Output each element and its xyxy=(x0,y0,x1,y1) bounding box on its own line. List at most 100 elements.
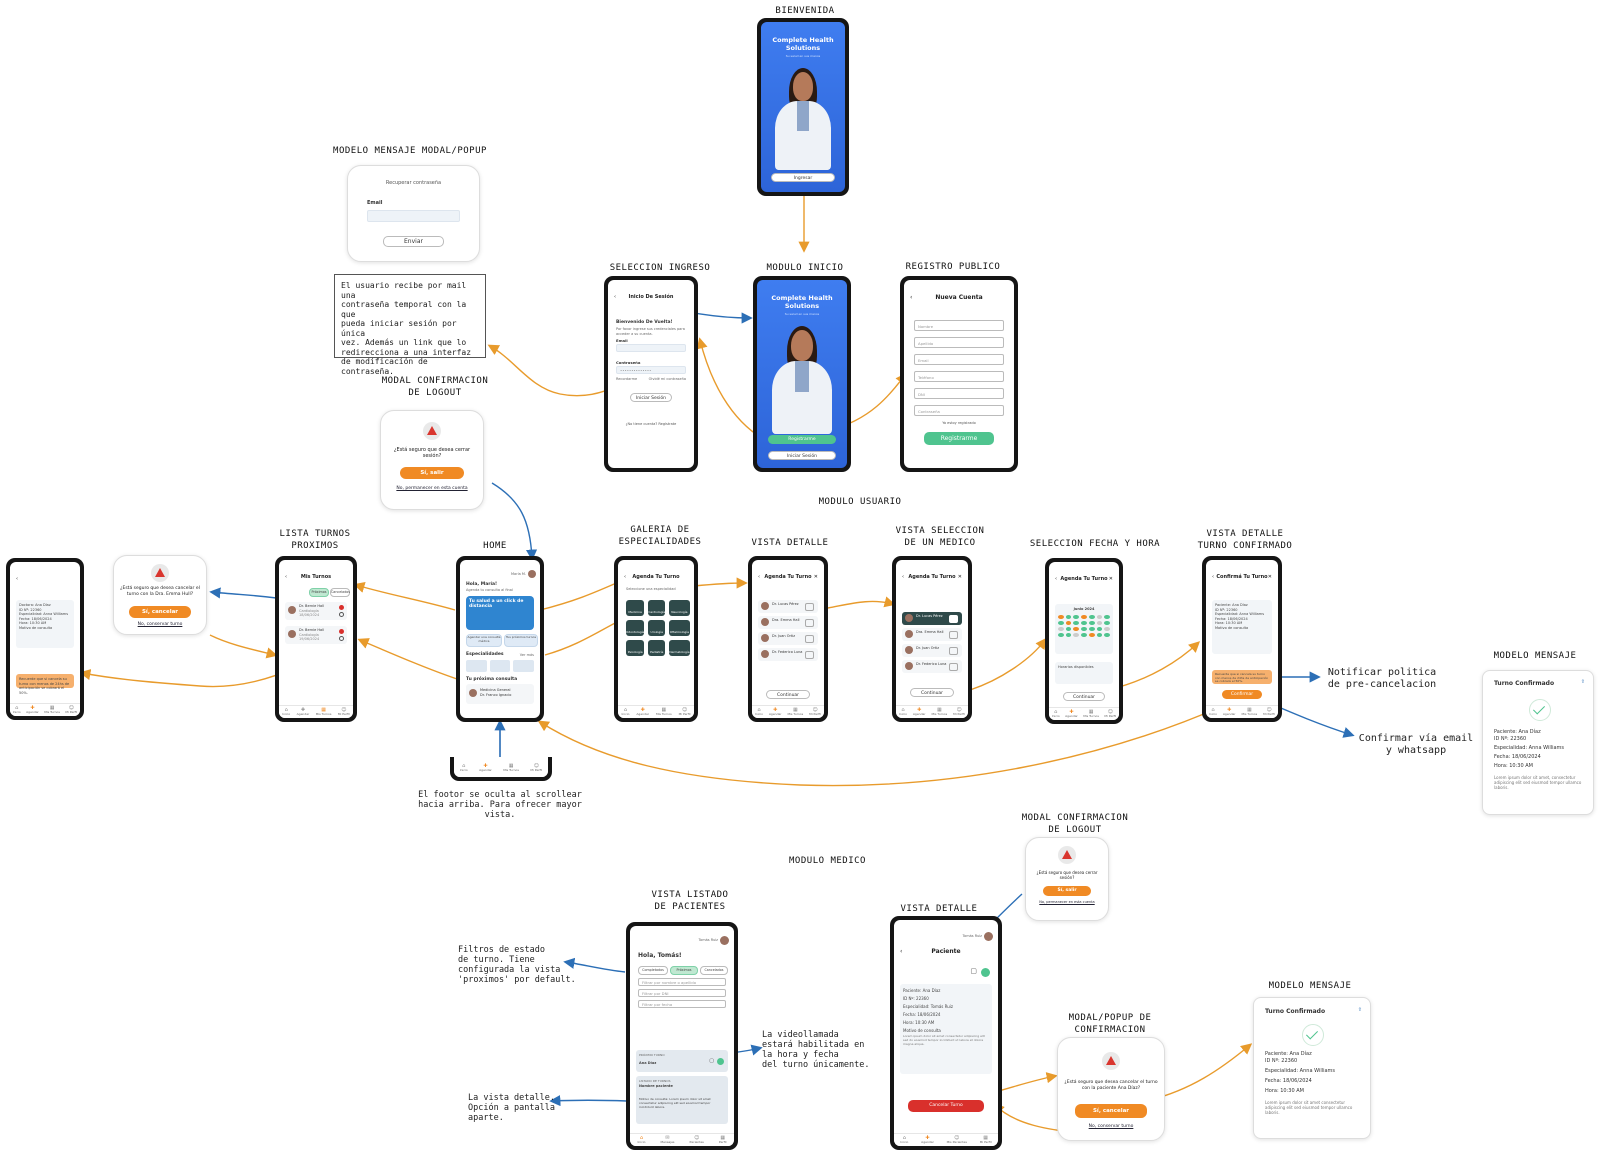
recover-send-button[interactable]: Enviar xyxy=(383,236,444,247)
detalle-continue-button[interactable]: Continuar xyxy=(766,690,810,699)
footer-perfil[interactable]: ☺ Mi Perfil xyxy=(679,708,691,717)
close-icon[interactable]: ✕ xyxy=(814,574,818,580)
turno-item[interactable]: Dr. Bernie Hall Cardiología 18/06/2024 xyxy=(285,602,347,620)
back-icon[interactable]: ‹ xyxy=(910,294,912,301)
doctor-row[interactable]: Dr. Federico Luna xyxy=(902,660,962,673)
login-signup-link[interactable]: ¿No tiene cuenta? Regístrate xyxy=(608,422,694,426)
cancel-confirm-button[interactable]: Sí, cancelar xyxy=(129,606,191,618)
chat-icon[interactable]: ▢ xyxy=(970,967,977,975)
footer-turnos[interactable]: ▦ Mis Turnos xyxy=(656,708,672,717)
home-proxima-card[interactable]: Medicina General Dr. Franco Ignacio xyxy=(466,684,534,704)
doctor-row-selected[interactable]: Dr. Lucas Pérez xyxy=(902,612,962,625)
cancel-icon[interactable] xyxy=(339,629,344,634)
view-icon[interactable] xyxy=(339,636,344,641)
login-email-input[interactable] xyxy=(616,344,686,352)
view-icon[interactable] xyxy=(339,612,344,617)
tile-especialidad[interactable]: Dermatología xyxy=(669,640,690,656)
cancelar-turno-button[interactable]: Cancelar Turno xyxy=(908,1100,984,1112)
footer-agendar[interactable]: ✚ Agendar xyxy=(297,708,310,717)
avatar[interactable] xyxy=(720,936,729,945)
login-submit-button[interactable]: Iniciar Sesión xyxy=(630,393,672,402)
back-icon[interactable]: ‹ xyxy=(758,574,760,580)
home-agendar-button[interactable]: Agendar una consulta médica xyxy=(466,634,502,647)
register-field-nombre[interactable]: Nombre xyxy=(914,320,1004,331)
tile-especialidad[interactable]: Pediatría xyxy=(648,640,666,656)
back-icon[interactable]: ‹ xyxy=(285,574,287,580)
ingresar-button[interactable]: Ingresar xyxy=(771,173,835,182)
footer-agendar[interactable]: ✚ Agendar xyxy=(913,708,926,717)
footer-agendar[interactable]: ✚ Agendar xyxy=(636,708,649,717)
back-icon[interactable]: ‹ xyxy=(624,574,626,580)
footer-home[interactable]: ⌂ Inicio xyxy=(282,708,290,717)
back-icon[interactable]: ‹ xyxy=(1055,576,1057,582)
close-icon[interactable]: ✕ xyxy=(958,574,962,580)
footer-home[interactable]: ⌂ Inicio xyxy=(1209,708,1217,717)
footer-home[interactable]: ⌂ Inicio xyxy=(899,708,907,717)
footer-home[interactable]: ⌂ Inicio xyxy=(621,708,629,717)
doctor-row[interactable]: Dr. Federico Luna xyxy=(758,648,818,661)
videocall-icon[interactable] xyxy=(981,968,990,977)
select-tag[interactable] xyxy=(805,635,814,643)
tile-especialidad[interactable]: Odontología xyxy=(626,620,645,636)
doctor-row[interactable]: Dr. Lucas Pérez xyxy=(758,600,818,613)
footer-turnos[interactable]: ▦ Mis Turnos xyxy=(316,708,332,717)
avatar[interactable] xyxy=(984,932,993,941)
chip-proximos[interactable]: Próximos xyxy=(670,966,698,975)
footer-inicio[interactable]: ⌂ Inicio xyxy=(638,1136,646,1145)
register-submit-button[interactable]: Registrarme xyxy=(924,432,994,445)
footer-agendar[interactable]: ✚ Agendar xyxy=(26,706,39,715)
chip-cancelados[interactable]: Cancelados xyxy=(700,966,728,975)
footer-turnos[interactable]: ▦ Mis Turnos xyxy=(503,764,519,773)
footer-inicio[interactable]: ⌂ Inicio xyxy=(900,1136,908,1145)
close-icon[interactable]: ✕ xyxy=(1268,574,1272,580)
register-field-telefono[interactable]: Teléfono xyxy=(914,371,1004,382)
inicio-iniciar-sesion-button[interactable]: Iniciar Sesión xyxy=(767,451,837,460)
select-tag[interactable] xyxy=(805,651,814,659)
footer-turnos[interactable]: ▦ Mis Turnos xyxy=(787,708,803,717)
logout-confirm-button[interactable]: Sí, salir xyxy=(400,467,464,479)
footer-turnos[interactable]: ▦ Mis Turnos xyxy=(44,706,60,715)
logout-cancel-link[interactable]: No, permanecer en esta cuenta xyxy=(381,486,483,491)
tile-especialidad[interactable]: Psicología xyxy=(626,640,645,656)
footer-home[interactable]: ⌂ Inicio xyxy=(460,764,468,773)
filter-cancelados[interactable]: Cancelados xyxy=(330,588,350,597)
doctor-row[interactable]: Dr. Juan Ortiz xyxy=(902,644,962,657)
listado-turnos-card[interactable]: LISTADO DE TURNOS Nombre paciente Motivo… xyxy=(636,1076,728,1124)
turno-item[interactable]: Dr. Bernie Hall Cardiología 19/06/2024 xyxy=(285,626,347,644)
tile-especialidad[interactable]: Neurología xyxy=(669,600,690,616)
inicio-registrarme-button[interactable]: Registrarme xyxy=(767,435,837,444)
back-icon[interactable]: ‹ xyxy=(614,294,616,300)
footer-perfil[interactable]: ☺ Mi Perfil xyxy=(530,764,542,773)
forgot-password-link[interactable]: Olvidé mi contraseña xyxy=(649,377,686,382)
share-icon[interactable]: ⇪ xyxy=(1358,1007,1362,1014)
back-icon[interactable]: ‹ xyxy=(16,576,18,582)
filter-proximos[interactable]: Próximos xyxy=(309,588,329,597)
chip-completados[interactable]: Completados xyxy=(638,966,668,975)
footer-perfil[interactable]: ☺ Mi Perfil xyxy=(809,708,821,717)
logout-medico-cancel-link[interactable]: No, permanecer en esta cuenta xyxy=(1026,900,1108,904)
logout-medico-confirm-button[interactable]: Sí, salir xyxy=(1043,886,1091,896)
home-proximos-button[interactable]: Tus próximos turnos xyxy=(504,634,538,647)
calendar[interactable]: Junio 2024 xyxy=(1055,604,1113,654)
footer-turnos[interactable]: ▦ Mis Turnos xyxy=(1083,710,1099,719)
footer-agendar[interactable]: ✚ Agendar xyxy=(769,708,782,717)
select-tag[interactable] xyxy=(805,603,814,611)
select-tag[interactable] xyxy=(805,619,814,627)
footer-agendar[interactable]: ✚ Agendar xyxy=(1223,708,1236,717)
login-remember[interactable]: Recordarme Olvidé mi contraseña xyxy=(616,377,686,382)
tile-especialidad[interactable]: Oftalmología xyxy=(669,620,690,636)
footer-home[interactable]: ⌂ Inicio xyxy=(1052,710,1060,719)
especialidad-card[interactable] xyxy=(513,660,535,672)
tile-especialidad[interactable]: Urología xyxy=(648,620,666,636)
filter-fecha-input[interactable]: Filtrar por fecha xyxy=(638,1000,726,1008)
footer-perfil[interactable]: ☺ Mi Perfil xyxy=(338,708,350,717)
footer-perfil[interactable]: ▦ Mi Perfil xyxy=(980,1136,992,1145)
footer-perfil[interactable]: ☺ Mi Perfil xyxy=(1263,708,1275,717)
recover-email-input[interactable] xyxy=(367,210,460,222)
footer-perfil[interactable]: ☺ Mi Perfil xyxy=(953,708,965,717)
tile-especialidad[interactable]: Medicina General xyxy=(626,600,645,638)
footer-pacientes[interactable]: ☺ Mis Pacientes xyxy=(947,1136,967,1145)
filter-dni-input[interactable]: Filtrar por DNI xyxy=(638,989,726,997)
tile-especialidad[interactable]: Cardiología xyxy=(648,600,666,616)
footer-home[interactable]: ⌂ Inicio xyxy=(755,708,763,717)
